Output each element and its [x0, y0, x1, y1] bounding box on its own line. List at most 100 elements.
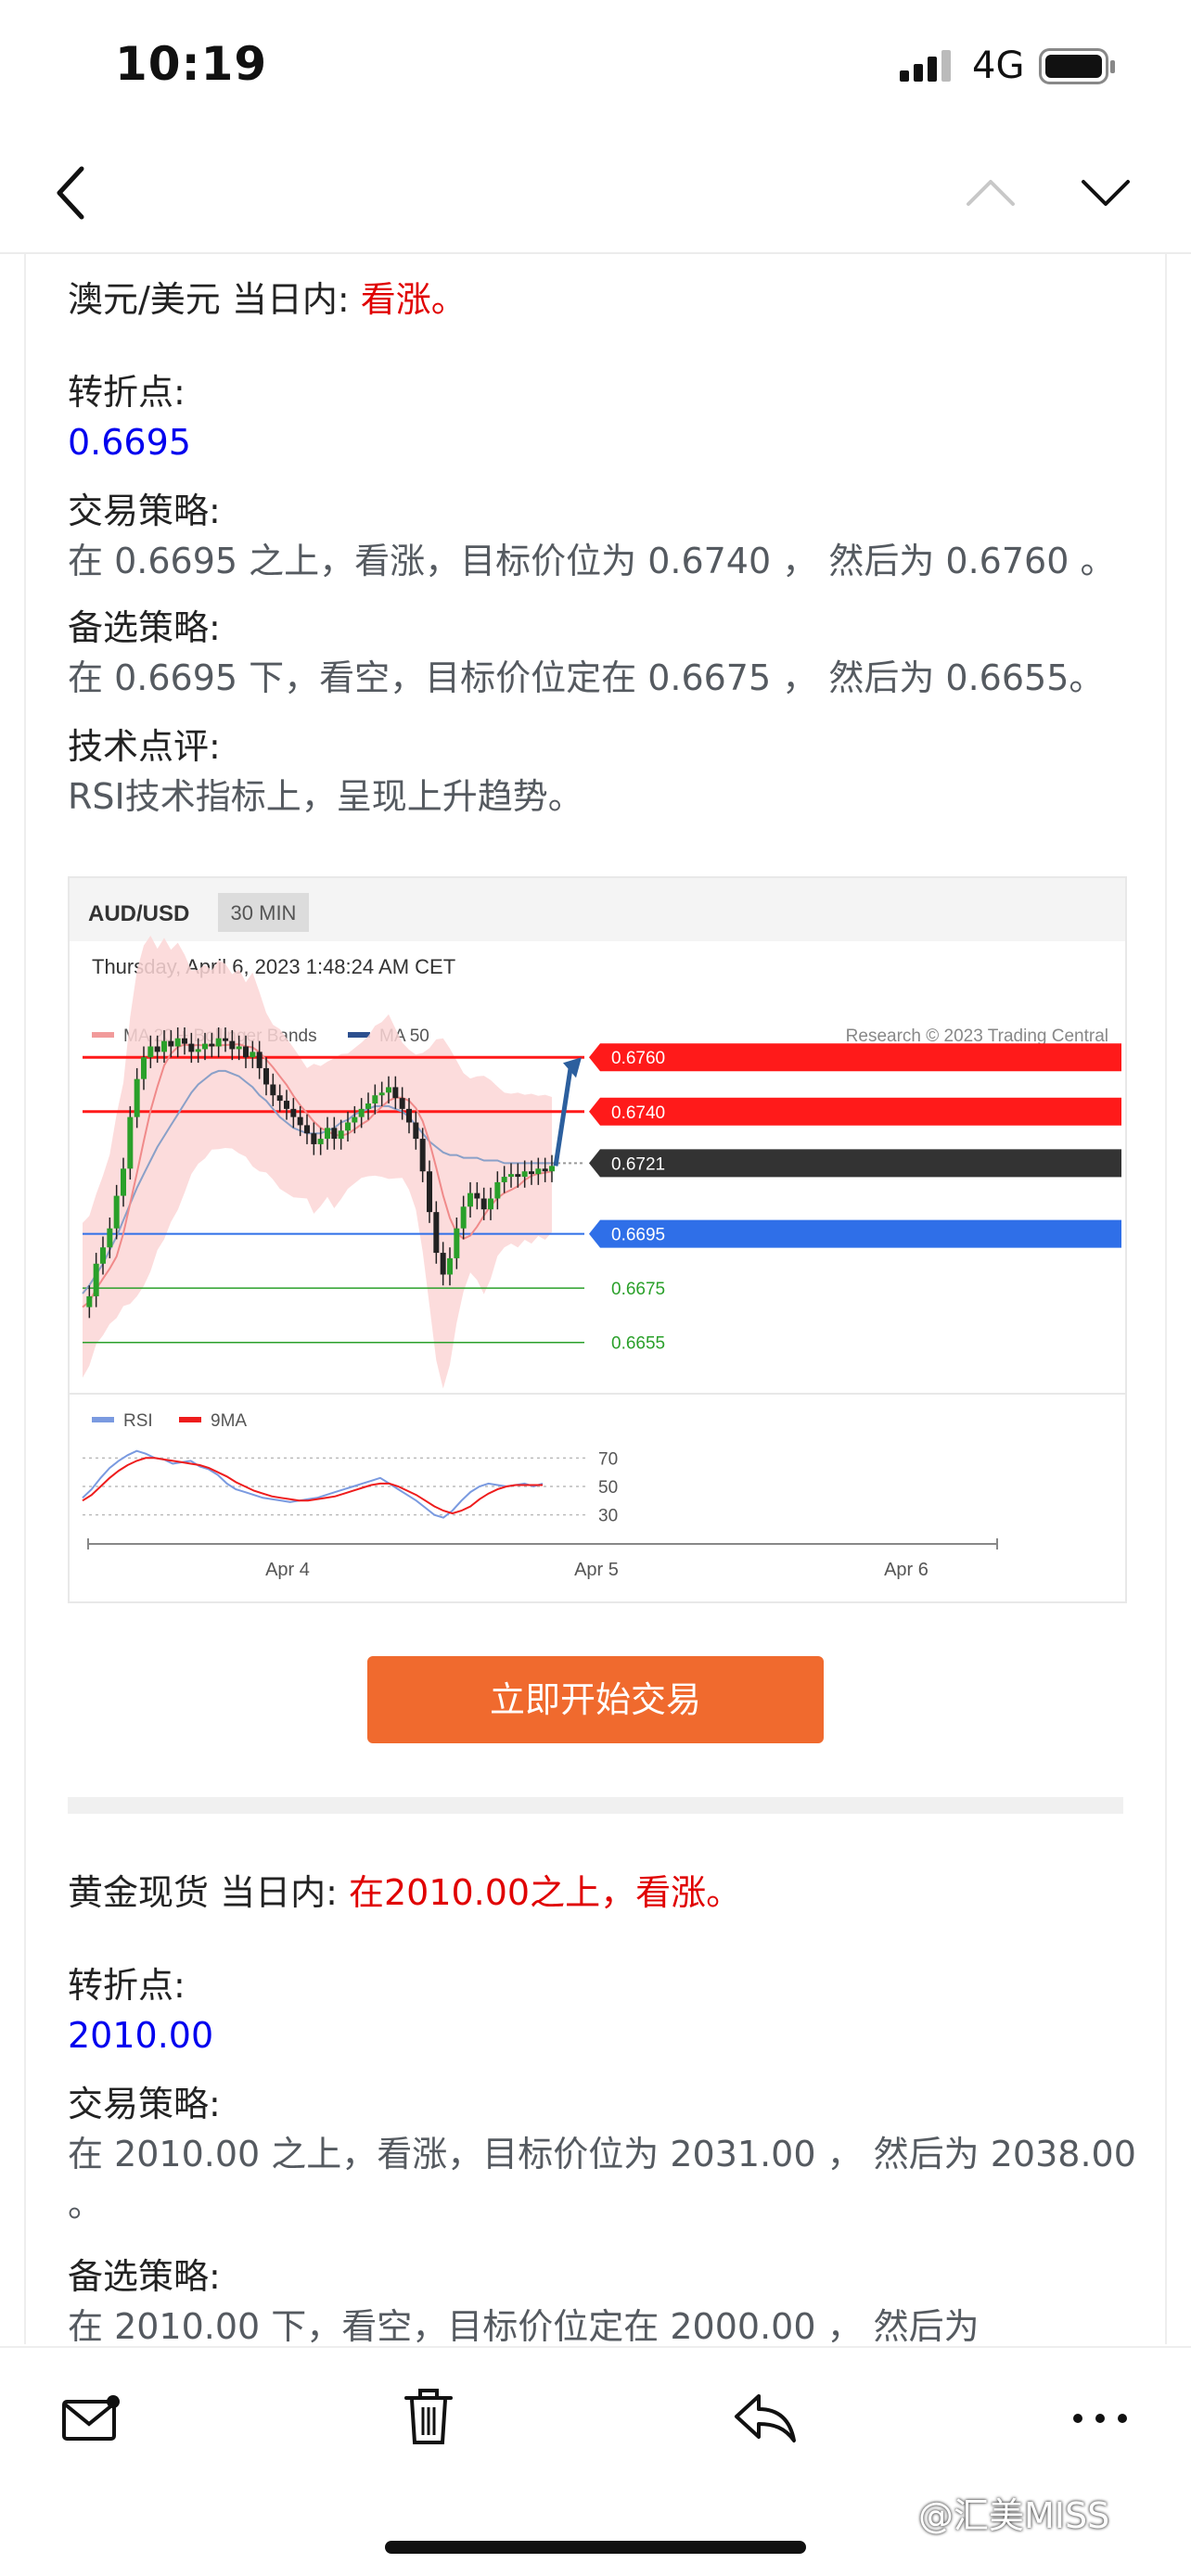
- level-badge-3: [589, 1219, 1121, 1248]
- candle-body: [365, 1103, 371, 1109]
- start-trading-button[interactable]: 立即开始交易: [367, 1656, 824, 1743]
- candle-body: [460, 1206, 467, 1229]
- legend-9ma: 9MA: [211, 1411, 247, 1431]
- rsi-tick-label: 70: [598, 1449, 618, 1469]
- x-axis: Apr 4 Apr 5 Apr 6: [87, 1538, 998, 1580]
- candle-body: [270, 1084, 276, 1096]
- network-type: 4G: [972, 45, 1025, 87]
- aud-comment-text: RSI技术指标上，呈现上升趋势。: [68, 776, 583, 817]
- candle-body: [113, 1195, 120, 1229]
- chevron-down-icon[interactable]: [1080, 176, 1132, 210]
- candle-body: [250, 1052, 256, 1058]
- candle-body: [372, 1095, 378, 1103]
- candle-body: [494, 1181, 501, 1199]
- level-badge-1: [589, 1097, 1121, 1126]
- chevron-up-icon[interactable]: [965, 176, 1017, 210]
- nav-divider: [0, 252, 1191, 254]
- gold-pivot-label: 转折点:: [68, 1965, 186, 2006]
- chart-credit: Research © 2023 Trading Central: [846, 1027, 1108, 1046]
- legend-rsi: RSI: [123, 1411, 153, 1431]
- watermark: @汇美MISS: [918, 2495, 1110, 2536]
- candle-body: [127, 1116, 134, 1169]
- candle-body: [392, 1087, 399, 1099]
- candle-body: [168, 1040, 174, 1047]
- level-label-2: 0.6721: [611, 1154, 665, 1174]
- gold-alt-label: 备选策略:: [68, 2256, 221, 2297]
- candle-body: [182, 1038, 187, 1044]
- home-indicator[interactable]: [385, 2541, 806, 2554]
- aud-strategy-text: 在 0.6695 之上，看涨，目标价位为 0.6740 ， 然后为 0.6760…: [68, 541, 1116, 581]
- candle-body: [93, 1263, 99, 1296]
- candle-body: [399, 1098, 405, 1109]
- chart-timeframe: 30 MIN: [231, 901, 297, 925]
- candle-body: [174, 1038, 181, 1047]
- level-label-3: 0.6695: [611, 1226, 665, 1245]
- gold-title-prefix: 黄金现货 当日内:: [68, 1872, 349, 1913]
- candle-body: [378, 1092, 385, 1096]
- candle-body: [263, 1067, 269, 1085]
- rsi-panel: 70 50 30: [82, 1449, 618, 1526]
- battery-icon: [1039, 48, 1115, 84]
- aud-title-bias: 看涨。: [360, 279, 467, 320]
- candle-body: [290, 1108, 297, 1117]
- candle-body: [386, 1087, 391, 1093]
- candle-body: [215, 1038, 222, 1047]
- candle-body: [154, 1046, 160, 1052]
- chart-title: AUD/USD: [88, 901, 189, 926]
- candle-body: [147, 1046, 154, 1058]
- gold-title-bias: 在2010.00之上，看涨。: [348, 1872, 742, 1913]
- gold-strategy-label: 交易策略:: [68, 2084, 221, 2124]
- candle-body: [243, 1046, 249, 1058]
- candle-body: [161, 1040, 167, 1052]
- mail-icon[interactable]: [61, 2394, 121, 2444]
- candle-body: [325, 1128, 330, 1140]
- candle-body: [331, 1128, 338, 1140]
- candle-body: [535, 1168, 542, 1175]
- candle-body: [352, 1116, 358, 1123]
- candle-body: [454, 1228, 460, 1258]
- candle-body: [447, 1257, 453, 1275]
- candle-body: [284, 1101, 289, 1109]
- gold-strategy-text: 在 2010.00 之上，看涨，目标价位为 2031.00 ， 然后为 2038…: [68, 2134, 1136, 2174]
- back-icon[interactable]: [52, 165, 89, 221]
- gold-strategy-tail: 。: [68, 2184, 104, 2225]
- legend-9ma-swatch: [179, 1417, 201, 1422]
- candle-body: [236, 1046, 242, 1050]
- candle-body: [419, 1139, 426, 1172]
- candle-body: [358, 1108, 365, 1117]
- candle-body: [223, 1038, 228, 1041]
- candle-body: [86, 1295, 93, 1307]
- candle-body: [256, 1052, 263, 1068]
- more-icon[interactable]: [1070, 2411, 1130, 2426]
- level-label-1: 0.6740: [611, 1103, 665, 1123]
- content-border-right: [1165, 254, 1167, 2344]
- level-badges: 0.6760 0.6740 0.6721 0.6695 0.6675 0.6655: [589, 1043, 1121, 1354]
- candle-body: [467, 1192, 473, 1207]
- rsi-tick-label: 50: [598, 1478, 618, 1498]
- candle-body: [515, 1174, 521, 1178]
- candle-body: [297, 1116, 303, 1126]
- candle-body: [311, 1133, 317, 1144]
- aud-alt-text: 在 0.6695 下，看空，目标价位定在 0.6675 ， 然后为 0.6655…: [68, 657, 1105, 698]
- candle-body: [134, 1078, 140, 1117]
- x-tick-label: Apr 5: [574, 1560, 619, 1580]
- section-divider: [68, 1797, 1123, 1814]
- candle-body: [317, 1139, 324, 1144]
- level-badge-0: [589, 1043, 1121, 1072]
- candle-body: [549, 1166, 555, 1172]
- chart-canvas: AUD/USD 30 MIN Thursday, April 6, 2023 1…: [70, 878, 1125, 1580]
- candle-body: [107, 1228, 113, 1248]
- candle-body: [474, 1192, 480, 1199]
- level-label-5: 0.6655: [611, 1334, 665, 1354]
- projection-arrow: [553, 1067, 573, 1167]
- gold-alt-text: 在 2010.00 下，看空，目标价位定在 2000.00 ， 然后为: [68, 2306, 980, 2347]
- trash-icon[interactable]: [404, 2389, 453, 2446]
- candle-body: [542, 1168, 548, 1172]
- aud-pivot-label: 转折点:: [68, 372, 186, 413]
- candle-body: [501, 1177, 507, 1182]
- x-tick-label: Apr 4: [265, 1560, 310, 1580]
- reply-icon[interactable]: [733, 2392, 798, 2444]
- candle-body: [141, 1057, 147, 1079]
- aud-strategy-label: 交易策略:: [68, 491, 221, 531]
- candle-body: [508, 1174, 514, 1178]
